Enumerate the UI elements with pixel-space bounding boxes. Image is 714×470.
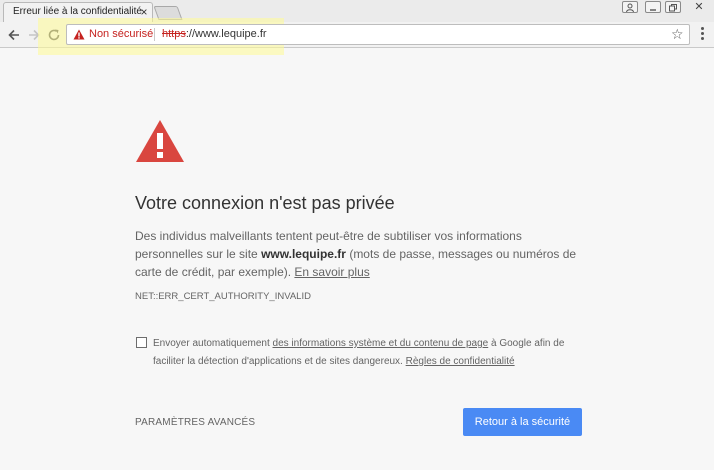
privacy-policy-link[interactable]: Règles de confidentialité: [406, 356, 515, 367]
send-report-checkbox[interactable]: [136, 337, 147, 348]
url-scheme: https: [162, 28, 186, 40]
restore-button[interactable]: [665, 1, 681, 13]
url-host: ://www.lequipe.fr: [185, 28, 267, 40]
omnibox-layer: Non sécurisé https://www.lequipe.fr ☆: [0, 22, 714, 48]
back-to-safety-button[interactable]: Retour à la sécurité: [463, 408, 582, 436]
tab-close-icon[interactable]: ×: [138, 5, 150, 19]
warning-icon: [73, 29, 85, 40]
bookmark-star-icon[interactable]: ☆: [671, 27, 684, 42]
page-heading: Votre connexion n'est pas privée: [135, 193, 395, 213]
site-name: www.lequipe.fr: [261, 247, 346, 261]
window-close-icon[interactable]: ✕: [687, 1, 711, 13]
system-info-link[interactable]: des informations système et du contenu d…: [273, 338, 489, 349]
not-secure-chip[interactable]: Non sécurisé: [89, 28, 153, 40]
menu-kebab-icon[interactable]: [700, 27, 706, 43]
error-code: NET::ERR_CERT_AUTHORITY_INVALID: [135, 291, 311, 302]
address-bar[interactable]: Non sécurisé https://www.lequipe.fr ☆: [66, 24, 690, 45]
advanced-button[interactable]: PARAMÈTRES AVANCÉS: [135, 417, 255, 428]
minimize-icon: [650, 9, 656, 11]
tab-title: Erreur liée à la confidentialité: [13, 6, 142, 17]
omnibox-separator: [154, 28, 155, 41]
url-text: https://www.lequipe.fr: [162, 28, 267, 40]
profile-button[interactable]: [622, 1, 638, 13]
learn-more-link[interactable]: En savoir plus: [294, 265, 369, 279]
person-icon: [626, 3, 634, 12]
optin-text: Envoyer automatiquement des informations…: [153, 335, 568, 371]
explanation-paragraph: Des individus malveillants tentent peut-…: [135, 227, 587, 281]
minimize-button[interactable]: [645, 1, 661, 13]
security-warning-icon: [136, 120, 184, 162]
optin-text-1: Envoyer automatiquement: [153, 338, 273, 349]
restore-icon: [669, 4, 677, 12]
